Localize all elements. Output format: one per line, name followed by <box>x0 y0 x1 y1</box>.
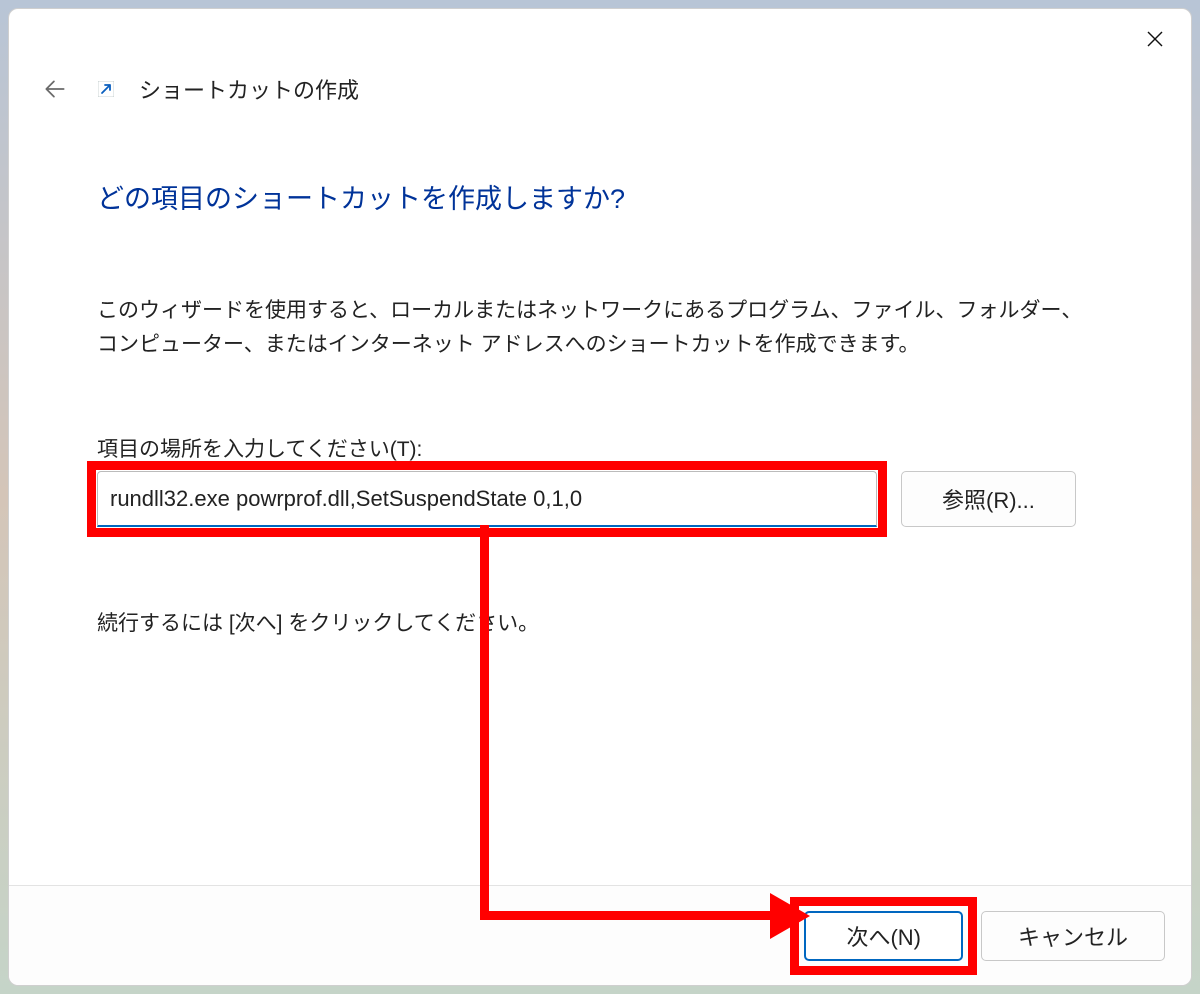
location-input[interactable] <box>97 471 877 527</box>
back-button[interactable] <box>37 71 73 107</box>
wizard-title: ショートカットの作成 <box>139 73 359 105</box>
wizard-question: どの項目のショートカットを作成しますか? <box>97 177 1103 216</box>
shortcut-icon <box>95 78 117 100</box>
next-button[interactable]: 次へ(N) <box>804 911 963 961</box>
titlebar <box>9 9 1191 51</box>
browse-button[interactable]: 参照(R)... <box>901 471 1076 527</box>
location-field-label: 項目の場所を入力してください(T): <box>97 433 1103 463</box>
create-shortcut-dialog: ショートカットの作成 どの項目のショートカットを作成しますか? このウィザードを… <box>8 8 1192 986</box>
input-row: 参照(R)... <box>97 471 1103 527</box>
back-arrow-icon <box>42 76 68 102</box>
cancel-button[interactable]: キャンセル <box>981 911 1165 961</box>
location-input-wrap <box>97 471 877 527</box>
close-icon <box>1147 31 1163 47</box>
next-button-wrap: 次へ(N) <box>804 911 963 961</box>
content-area: どの項目のショートカットを作成しますか? このウィザードを使用すると、ローカルま… <box>9 107 1191 885</box>
wizard-description: このウィザードを使用すると、ローカルまたはネットワークにあるプログラム、ファイル… <box>97 294 1103 361</box>
continue-instruction: 続行するには [次へ] をクリックしてください。 <box>97 607 1103 637</box>
dialog-footer: 次へ(N) キャンセル <box>9 885 1191 985</box>
header-row: ショートカットの作成 <box>9 51 1191 107</box>
